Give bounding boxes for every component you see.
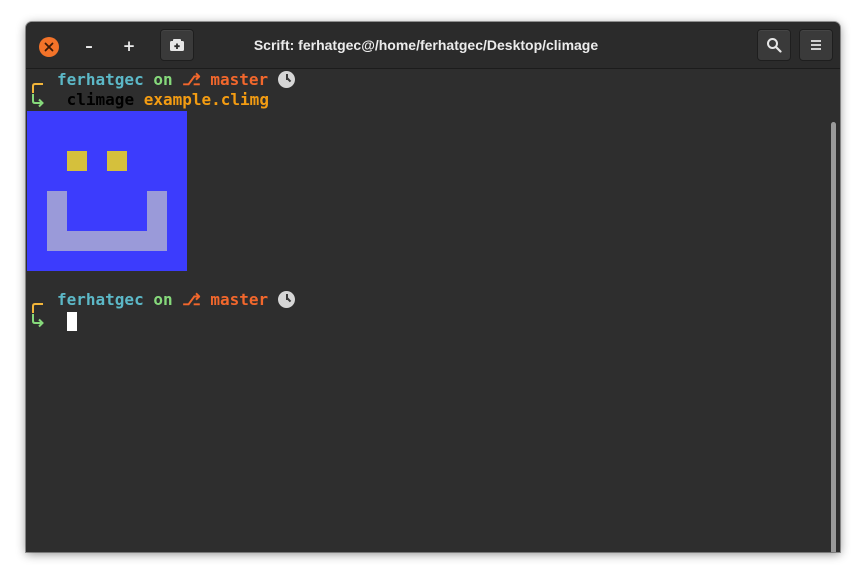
close-button[interactable] (39, 37, 59, 57)
prompt-branch: master (210, 70, 269, 89)
right-eye (107, 151, 127, 171)
new-tab-button[interactable] (160, 29, 194, 61)
branch-icon: ⎇ (182, 290, 201, 309)
terminal-window: – + Scrift: ferhatgec@/home/ferhatgec/De… (26, 22, 840, 552)
prompt-branch: master (210, 290, 269, 309)
prompt-line: ferhatgec on ⎇ master (57, 290, 295, 310)
window-title: Scrift: ferhatgec@/home/ferhatgec/Deskto… (253, 37, 599, 53)
command-argument: example.climg (143, 90, 269, 109)
prompt-line: ferhatgec on ⎇ master (57, 70, 295, 90)
mouth-bottom (47, 231, 167, 251)
terminal-output[interactable]: ferhatgec on ⎇ master climage example.cl… (26, 70, 840, 552)
hamburger-menu-icon (811, 40, 821, 50)
close-icon (44, 42, 54, 52)
new-tab-icon (170, 39, 184, 51)
climage-output-image (27, 111, 187, 271)
prompt-user: ferhatgec (57, 70, 144, 89)
branch-icon: ⎇ (182, 70, 201, 89)
prompt-bracket-icon (32, 303, 44, 328)
title-bar: – + Scrift: ferhatgec@/home/ferhatgec/De… (26, 22, 840, 69)
clock-icon (277, 291, 295, 308)
zoom-out-label: – (85, 37, 93, 55)
zoom-in-button[interactable]: + (115, 34, 143, 58)
prompt-on: on (153, 70, 173, 89)
menu-button[interactable] (799, 29, 833, 61)
prompt-user: ferhatgec (57, 290, 144, 309)
search-button[interactable] (757, 29, 791, 61)
command-name: climage (66, 90, 135, 109)
command-line: climage example.climg (57, 90, 269, 110)
zoom-in-label: + (122, 37, 136, 55)
left-eye (67, 151, 87, 171)
search-icon (767, 38, 782, 53)
prompt-on: on (153, 290, 173, 309)
vertical-scrollbar[interactable] (831, 122, 836, 552)
zoom-out-button[interactable]: – (75, 34, 103, 58)
text-cursor (67, 312, 77, 331)
clock-icon (277, 71, 295, 88)
